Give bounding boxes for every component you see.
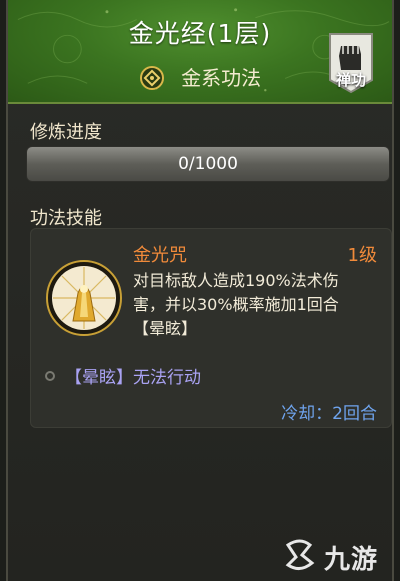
progress-text: 0/1000 xyxy=(178,154,238,174)
watermark-text: 九游 xyxy=(324,545,379,575)
skill-description-line: 对目标敌人造成190%法术伤 xyxy=(133,271,339,290)
technique-header: 金光经(1层) 金系功法 禅功 xyxy=(8,0,392,104)
golden-light-skill-icon xyxy=(46,260,122,336)
watermark: 九游 xyxy=(280,535,390,575)
status-effect-text: 【晕眩】无法行动 xyxy=(65,368,201,388)
technique-type-badge: 禅功 xyxy=(324,30,378,96)
skill-description-line: 害，并以30%概率施加1回合 xyxy=(133,295,339,314)
skill-card[interactable]: 金光咒 1级 对目标敌人造成190%法术伤 害，并以30%概率施加1回合 【晕眩… xyxy=(30,228,392,428)
metal-element-icon xyxy=(139,65,164,90)
cultivation-progress-bar: 0/1000 xyxy=(26,146,390,182)
status-effect-row: 【晕眩】无法行动 xyxy=(45,363,201,388)
bullet-icon xyxy=(45,371,55,381)
skills-section-label: 功法技能 xyxy=(30,208,102,229)
skill-name: 金光咒 xyxy=(133,245,187,266)
technique-type-label: 禅功 xyxy=(335,71,366,89)
jiuyou-logo-icon xyxy=(285,539,315,570)
skill-description-line: 【晕眩】 xyxy=(133,319,198,338)
skill-description: 对目标敌人造成190%法术伤 害，并以30%概率施加1回合 【晕眩】 xyxy=(133,269,383,341)
technique-element-label: 金系功法 xyxy=(181,66,262,90)
skill-cooldown: 冷却：2回合 xyxy=(281,404,377,424)
skill-level: 1级 xyxy=(347,245,377,266)
progress-section-label: 修炼进度 xyxy=(30,122,102,143)
technique-panel: 金光经(1层) 金系功法 禅功 修炼进度 0/1000 功法技能 金光咒 1级 … xyxy=(6,0,394,581)
